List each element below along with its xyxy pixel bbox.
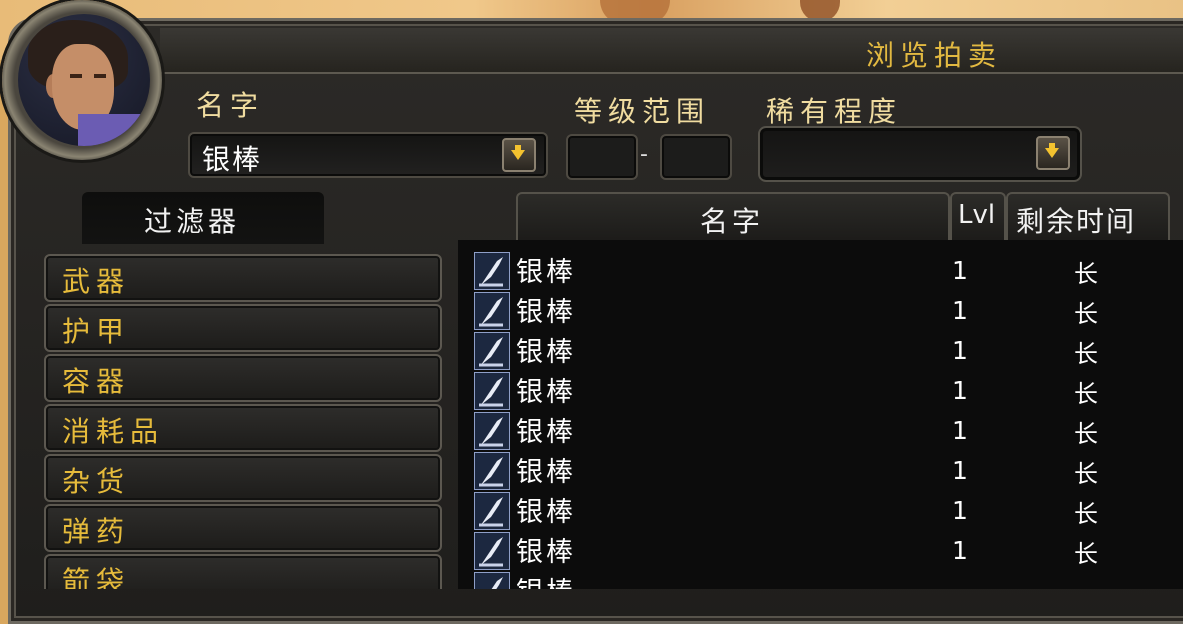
name-dropdown-arrow-icon[interactable] <box>502 138 536 172</box>
filter-tab[interactable]: 过滤器 <box>82 192 324 244</box>
category-quivers[interactable]: 箭袋 <box>44 554 442 589</box>
item-time-left: 长 <box>1074 260 1098 288</box>
column-header-level[interactable]: Lvl <box>950 192 1006 242</box>
silver-rod-icon[interactable] <box>474 412 510 450</box>
silver-rod-icon[interactable] <box>474 532 510 570</box>
item-level: 1 <box>952 256 968 285</box>
silver-rod-icon[interactable] <box>474 252 510 290</box>
result-row[interactable]: 银棒 <box>458 568 1183 589</box>
category-consumables[interactable]: 消耗品 <box>44 404 442 452</box>
category-ammo[interactable]: 弹药 <box>44 504 442 552</box>
item-name[interactable]: 银棒 <box>516 290 576 329</box>
silver-rod-icon[interactable] <box>474 492 510 530</box>
item-time-left: 长 <box>1074 460 1098 488</box>
rarity-label: 稀有程度 <box>766 95 903 128</box>
item-name[interactable]: 银棒 <box>516 250 576 289</box>
item-name[interactable]: 银棒 <box>516 330 576 369</box>
name-search-input[interactable]: 银棒 <box>188 132 548 178</box>
result-row[interactable]: 银棒 1 长 <box>458 368 1183 410</box>
window-title: 浏览拍卖 <box>866 39 1003 72</box>
player-portrait <box>18 14 150 146</box>
item-name[interactable]: 银棒 <box>516 370 576 409</box>
name-search-value[interactable]: 银棒 <box>202 138 262 178</box>
item-time-left: 长 <box>1074 340 1098 368</box>
title-bar <box>160 28 1183 74</box>
item-level: 1 <box>952 376 968 405</box>
category-trade-goods[interactable]: 杂货 <box>44 454 442 502</box>
item-name[interactable]: 银棒 <box>516 490 576 529</box>
item-level: 1 <box>952 456 968 485</box>
item-level: 1 <box>952 496 968 525</box>
result-row[interactable]: 银棒 1 长 <box>458 448 1183 490</box>
category-weapons[interactable]: 武器 <box>44 254 442 302</box>
column-header-name[interactable]: 名字 <box>516 192 950 242</box>
item-name[interactable]: 银棒 <box>516 530 576 569</box>
item-name[interactable]: 银棒 <box>516 570 576 589</box>
results-list: 银棒 1 长 银棒 1 长 银棒 1 长 银棒 1 长 银棒 1 长 银棒 1 … <box>458 240 1183 589</box>
silver-rod-icon[interactable] <box>474 452 510 490</box>
silver-rod-icon[interactable] <box>474 572 510 589</box>
silver-rod-icon[interactable] <box>474 292 510 330</box>
result-row[interactable]: 银棒 1 长 <box>458 248 1183 290</box>
item-level: 1 <box>952 536 968 565</box>
silver-rod-icon[interactable] <box>474 332 510 370</box>
result-row[interactable]: 银棒 1 长 <box>458 528 1183 570</box>
item-name[interactable]: 银棒 <box>516 410 576 449</box>
item-time-left: 长 <box>1074 500 1098 528</box>
item-level: 1 <box>952 296 968 325</box>
item-name[interactable]: 银棒 <box>516 450 576 489</box>
filter-tab-label: 过滤器 <box>144 205 241 238</box>
rarity-dropdown-arrow-icon[interactable] <box>1036 136 1070 170</box>
item-time-left: 长 <box>1074 540 1098 568</box>
item-time-left: 长 <box>1074 300 1098 328</box>
silver-rod-icon[interactable] <box>474 372 510 410</box>
level-min-input[interactable] <box>566 134 638 180</box>
result-row[interactable]: 银棒 1 长 <box>458 328 1183 370</box>
item-time-left: 长 <box>1074 380 1098 408</box>
item-level: 1 <box>952 336 968 365</box>
column-header-time-left[interactable]: 剩余时间 <box>1006 192 1170 242</box>
level-range-label: 等级范围 <box>574 95 711 128</box>
item-time-left: 长 <box>1074 420 1098 448</box>
result-row[interactable]: 银棒 1 长 <box>458 488 1183 530</box>
category-containers[interactable]: 容器 <box>44 354 442 402</box>
result-row[interactable]: 银棒 1 长 <box>458 408 1183 450</box>
result-row[interactable]: 银棒 1 长 <box>458 288 1183 330</box>
level-range-separator: - <box>640 142 648 167</box>
category-armor[interactable]: 护甲 <box>44 304 442 352</box>
item-level: 1 <box>952 416 968 445</box>
name-label: 名字 <box>196 89 265 122</box>
rarity-dropdown[interactable] <box>758 126 1082 182</box>
level-max-input[interactable] <box>660 134 732 180</box>
category-list: 武器 护甲 容器 消耗品 杂货 弹药 箭袋 <box>44 248 444 589</box>
